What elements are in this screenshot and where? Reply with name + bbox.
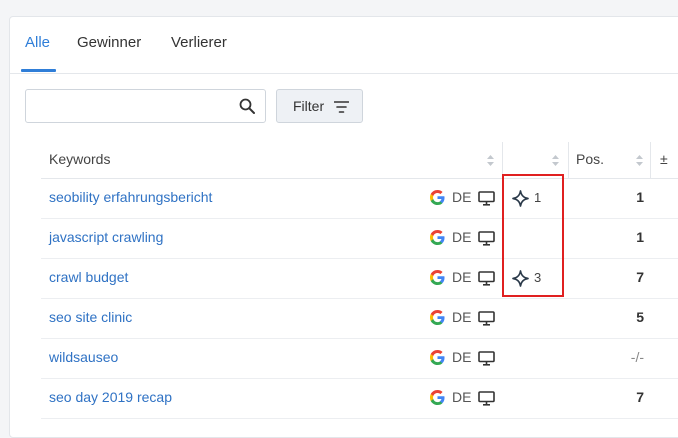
column-separator bbox=[502, 142, 503, 178]
filter-button[interactable]: Filter bbox=[276, 89, 363, 123]
column-separator bbox=[650, 142, 651, 178]
table-row: seo day 2019 recap DE 7 bbox=[41, 378, 678, 419]
country-code: DE bbox=[452, 189, 472, 205]
country-code: DE bbox=[452, 349, 472, 365]
sparkle-icon bbox=[512, 190, 529, 207]
keyword-link[interactable]: wildsauseo bbox=[49, 349, 118, 365]
feature-count: 1 bbox=[534, 190, 542, 205]
table-header: Keywords Pos. ± bbox=[41, 142, 678, 179]
table-row: crawl budget DE 3 7 bbox=[41, 258, 678, 299]
keyword-link[interactable]: seobility erfahrungsbericht bbox=[49, 189, 212, 205]
table-row: seobility erfahrungsbericht DE 1 1 bbox=[41, 178, 678, 219]
keyword-link[interactable]: seo day 2019 recap bbox=[49, 389, 172, 405]
desktop-icon bbox=[478, 191, 495, 206]
keyword-link[interactable]: crawl budget bbox=[49, 269, 128, 285]
country-code: DE bbox=[452, 309, 472, 325]
table-row: javascript crawling DE 1 bbox=[41, 218, 678, 259]
header-change[interactable]: ± bbox=[660, 151, 668, 167]
country-code: DE bbox=[452, 229, 472, 245]
header-pos[interactable]: Pos. bbox=[576, 151, 604, 167]
table-row: seo site clinic DE 5 bbox=[41, 298, 678, 339]
column-separator bbox=[568, 142, 569, 178]
active-tab-indicator bbox=[21, 69, 56, 72]
desktop-icon bbox=[478, 391, 495, 406]
position-value: -/- bbox=[630, 349, 644, 365]
position-value: 5 bbox=[636, 309, 644, 325]
sort-icon[interactable] bbox=[552, 155, 559, 166]
google-icon bbox=[430, 190, 445, 205]
search-box bbox=[25, 89, 266, 123]
google-icon bbox=[430, 270, 445, 285]
google-icon bbox=[430, 350, 445, 365]
keyword-link[interactable]: javascript crawling bbox=[49, 229, 163, 245]
desktop-icon bbox=[478, 351, 495, 366]
search-icon[interactable] bbox=[239, 98, 255, 114]
position-value: 1 bbox=[636, 189, 644, 205]
keyword-link[interactable]: seo site clinic bbox=[49, 309, 132, 325]
table-row: wildsauseo DE -/- bbox=[41, 338, 678, 379]
position-value: 1 bbox=[636, 229, 644, 245]
tab-bar: Alle Gewinner Verlierer bbox=[9, 16, 678, 74]
search-input[interactable] bbox=[32, 96, 236, 118]
filter-icon bbox=[334, 101, 349, 113]
tab-gewinner[interactable]: Gewinner bbox=[77, 34, 141, 51]
sort-icon[interactable] bbox=[487, 155, 494, 166]
google-icon bbox=[430, 390, 445, 405]
sparkle-icon bbox=[512, 270, 529, 287]
desktop-icon bbox=[478, 231, 495, 246]
desktop-icon bbox=[478, 271, 495, 286]
position-value: 7 bbox=[636, 269, 644, 285]
header-keywords[interactable]: Keywords bbox=[49, 151, 110, 167]
tab-alle[interactable]: Alle bbox=[25, 34, 50, 51]
sort-icon[interactable] bbox=[636, 155, 643, 166]
position-value: 7 bbox=[636, 389, 644, 405]
country-code: DE bbox=[452, 389, 472, 405]
tab-verlierer[interactable]: Verlierer bbox=[171, 34, 227, 51]
feature-count: 3 bbox=[534, 270, 542, 285]
desktop-icon bbox=[478, 311, 495, 326]
google-icon bbox=[430, 230, 445, 245]
google-icon bbox=[430, 310, 445, 325]
country-code: DE bbox=[452, 269, 472, 285]
filter-button-label: Filter bbox=[293, 98, 325, 114]
